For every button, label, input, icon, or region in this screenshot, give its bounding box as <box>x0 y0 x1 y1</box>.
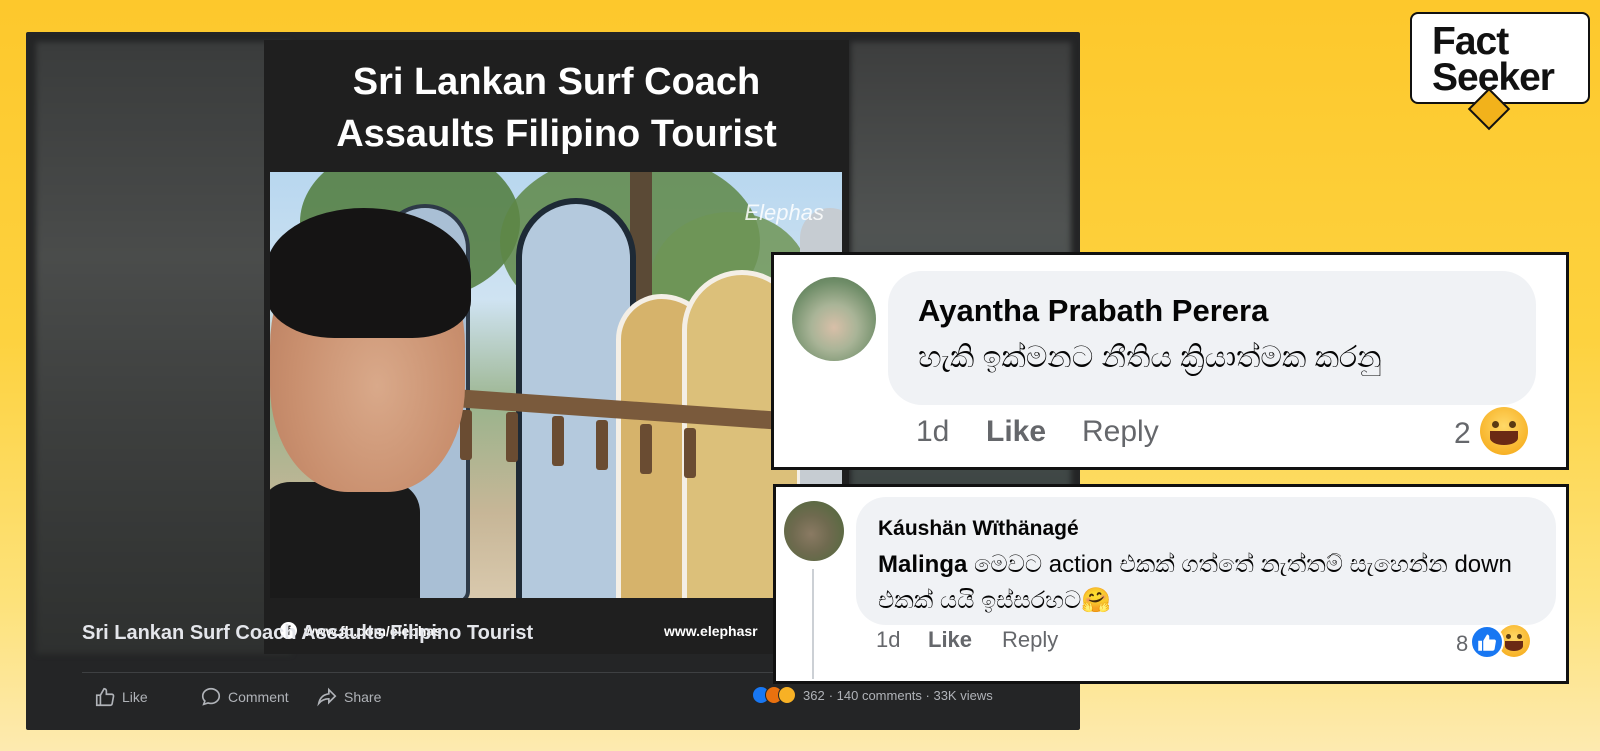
reaction-icons <box>752 686 796 704</box>
video-watermark: Elephas <box>744 200 824 225</box>
fact-seeker-logo: Fact Seeker <box>1410 12 1590 131</box>
like-label: Like <box>122 689 148 705</box>
like-icon <box>1470 625 1504 659</box>
video-player[interactable]: Sri Lankan Surf Coach Assaults Filipino … <box>264 40 849 654</box>
video-blur-background-left <box>36 42 291 654</box>
comment-bubble: Ayantha Prabath Perera හැකි ඉක්මනට නීතිය… <box>888 271 1536 405</box>
comment-text: Malinga මෙවට action එකක් ගත්තේ නැත්තම් ස… <box>878 547 1538 619</box>
comment-author[interactable]: Káushän Wïthänagé <box>878 517 1079 541</box>
avatar[interactable] <box>792 277 876 361</box>
comment-reply-link[interactable]: Reply <box>1002 627 1058 653</box>
comment-like-link[interactable]: Like <box>928 627 972 653</box>
like-button[interactable]: Like <box>94 686 148 708</box>
share-arrow-icon <box>317 687 337 707</box>
comment-mention[interactable]: Malinga <box>878 551 967 578</box>
comment-label: Comment <box>228 689 289 705</box>
comment-author[interactable]: Ayantha Prabath Perera <box>918 293 1268 329</box>
comment-reply-link[interactable]: Reply <box>1082 415 1159 449</box>
comment-reaction-count[interactable]: 2 <box>1454 417 1471 451</box>
post-stats[interactable]: 362 · 140 comments · 33K views <box>752 686 993 704</box>
comment-card: Ayantha Prabath Perera හැකි ඉක්මනට නීතිය… <box>771 252 1569 470</box>
thumbs-up-icon <box>95 687 115 707</box>
comment-button[interactable]: Comment <box>200 686 289 708</box>
video-thumbnail-scene: Elephas <box>270 172 842 598</box>
comment-reaction-count[interactable]: 8 <box>1456 631 1468 657</box>
comment-bubble-icon <box>201 687 221 706</box>
comment-bubble: Káushän Wïthänagé Malinga මෙවට action එක… <box>856 497 1556 625</box>
haha-icon <box>1480 407 1528 455</box>
comment-card: Káushän Wïthänagé Malinga මෙවට action එක… <box>773 484 1569 684</box>
comment-like-link[interactable]: Like <box>986 415 1046 449</box>
video-title-overlay: Sri Lankan Surf Coach Assaults Filipino … <box>336 61 777 155</box>
comment-text: හැකි ඉක්මනට නීතිය ක්‍රියාත්මක කරනු <box>918 341 1382 374</box>
comment-time[interactable]: 1d <box>916 415 949 449</box>
post-caption: Sri Lankan Surf Coach Assaults Filipino … <box>82 622 534 644</box>
reply-thread-line <box>812 569 814 679</box>
share-button[interactable]: Share <box>316 686 381 708</box>
share-label: Share <box>344 689 382 705</box>
comment-body: මෙවට action එකක් ගත්තේ නැත්තම් සැහෙන්න d… <box>878 551 1512 614</box>
reaction-count: 362 <box>803 687 825 703</box>
sad-reaction-icon <box>778 686 796 704</box>
comment-time[interactable]: 1d <box>876 627 900 653</box>
comments-views-count: · 140 comments · 33K views <box>828 687 993 703</box>
website-url-label: www.elephasr <box>664 623 758 639</box>
avatar[interactable] <box>784 501 844 561</box>
